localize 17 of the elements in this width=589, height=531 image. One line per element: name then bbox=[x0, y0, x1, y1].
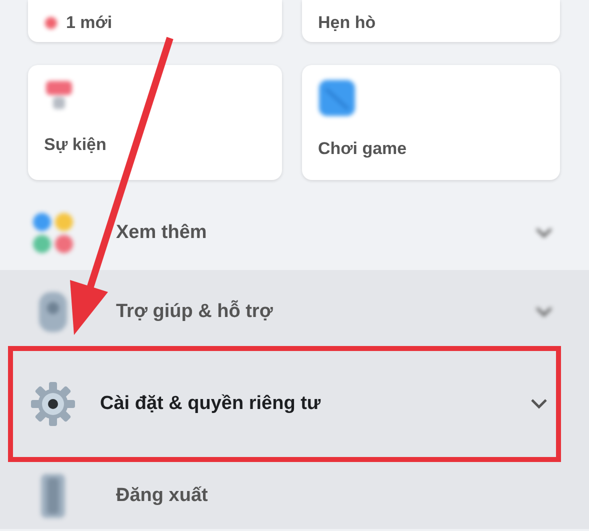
game-icon bbox=[318, 79, 356, 117]
shortcut-card[interactable]: Chơi game bbox=[302, 65, 560, 180]
gear-icon bbox=[30, 381, 76, 427]
dot-icon bbox=[44, 16, 58, 30]
chevron-down-icon[interactable] bbox=[530, 398, 548, 410]
menu-item[interactable]: Cài đặt & quyền riêng tư bbox=[100, 393, 506, 415]
card-label: Hẹn hò bbox=[318, 13, 376, 33]
menu-item[interactable]: Xem thêm bbox=[116, 222, 495, 244]
card-label: 1 mới bbox=[66, 13, 112, 33]
shortcut-card[interactable]: Sự kiện bbox=[28, 65, 282, 180]
shortcut-card[interactable]: Hẹn hò bbox=[302, 0, 560, 42]
shortcut-card[interactable]: 1 mới bbox=[28, 0, 282, 42]
card-label: Chơi game bbox=[318, 139, 407, 159]
menu-action[interactable]: Đăng xuất bbox=[116, 484, 553, 506]
grid-icon bbox=[31, 211, 75, 255]
menu-item[interactable]: Trợ giúp & hỗ trợ bbox=[116, 301, 495, 323]
card-label: Sự kiện bbox=[44, 135, 106, 155]
